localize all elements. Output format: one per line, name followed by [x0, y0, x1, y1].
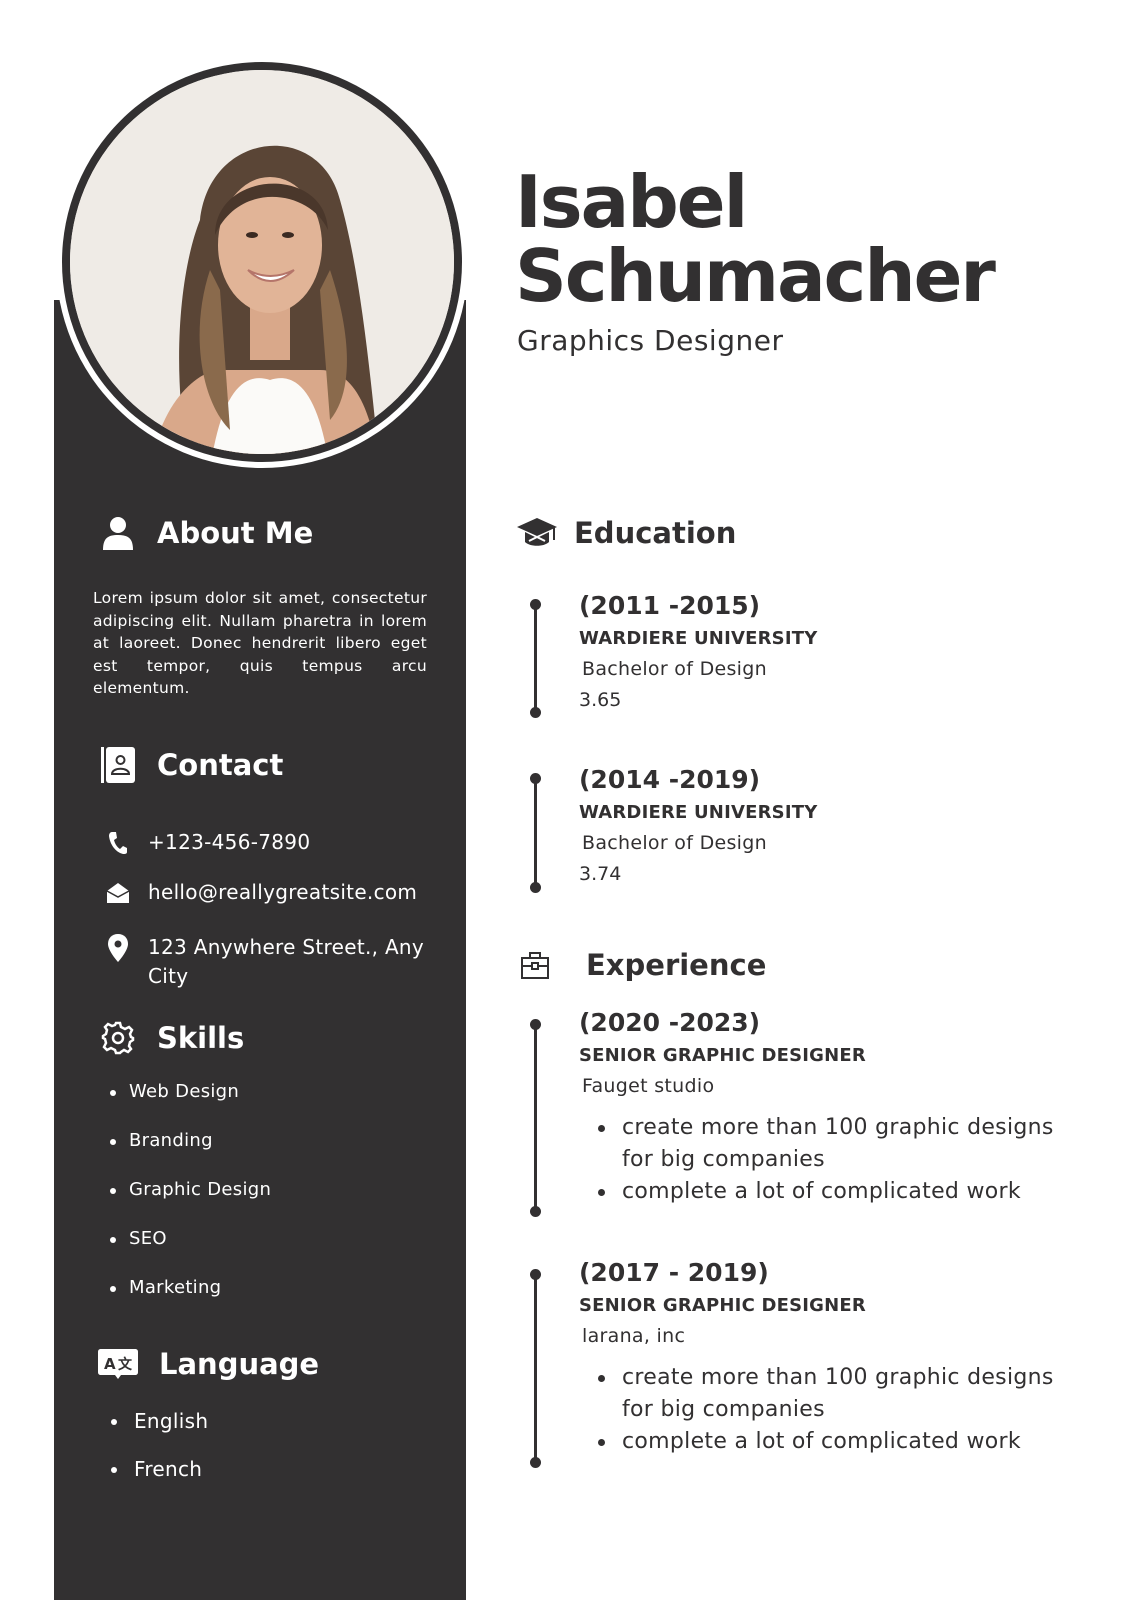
experience-period: (2020 -2023)	[579, 1008, 761, 1037]
education-period: (2014 -2019)	[579, 765, 761, 794]
svg-text:A: A	[104, 1355, 116, 1373]
timeline-line	[530, 773, 541, 893]
education-heading-row: Education	[516, 515, 736, 551]
experience-bullet: complete a lot of complicated work	[579, 1176, 1072, 1208]
first-name: Isabel	[515, 160, 748, 244]
skills-list: Web Design Branding Graphic Design SEO M…	[107, 1080, 271, 1325]
phone-number: +123-456-7890	[148, 830, 311, 854]
candidate-name: Isabel Schumacher	[515, 160, 996, 318]
language-item: English	[108, 1409, 208, 1457]
about-text: Lorem ipsum dolor sit amet, consectetur …	[93, 589, 427, 697]
profile-photo	[70, 70, 454, 454]
language-heading: Language	[159, 1347, 320, 1381]
skill-item: Branding	[107, 1129, 271, 1178]
experience-role: SENIOR GRAPHIC DESIGNER	[579, 1045, 866, 1066]
experience-entry: (2020 -2023) SENIOR GRAPHIC DESIGNER Fau…	[579, 1008, 1072, 1208]
education-gpa: 3.65	[579, 689, 622, 711]
experience-bullets: create more than 100 graphic designs for…	[579, 1112, 1072, 1208]
graduation-cap-icon	[516, 515, 558, 551]
language-list: English French	[108, 1409, 208, 1505]
experience-heading: Experience	[586, 948, 767, 982]
street-address: 123 Anywhere Street., Any City	[148, 935, 425, 988]
experience-company: Fauget studio	[582, 1075, 715, 1097]
experience-period: (2017 - 2019)	[579, 1258, 769, 1287]
experience-bullet: create more than 100 graphic designs for…	[579, 1112, 1072, 1176]
timeline-line	[530, 1269, 541, 1468]
last-name: Schumacher	[515, 234, 996, 318]
timeline-line	[530, 1019, 541, 1217]
skills-heading-row: Skills	[100, 1020, 244, 1056]
education-degree: Bachelor of Design	[582, 658, 767, 680]
job-title: Graphics Designer	[517, 324, 784, 357]
briefcase-icon	[520, 947, 550, 983]
experience-role: SENIOR GRAPHIC DESIGNER	[579, 1295, 866, 1316]
portrait-photo-smiling-woman	[70, 70, 454, 454]
education-degree: Bachelor of Design	[582, 832, 767, 854]
language-item: French	[108, 1457, 208, 1505]
contact-heading: Contact	[157, 748, 284, 782]
skill-item: SEO	[107, 1227, 271, 1276]
education-entry: (2011 -2015) WARDIERE UNIVERSITY Bachelo…	[579, 591, 817, 712]
contact-heading-row: Contact	[100, 747, 283, 783]
experience-bullet: create more than 100 graphic designs for…	[579, 1362, 1072, 1426]
skills-heading: Skills	[157, 1021, 245, 1055]
education-period: (2011 -2015)	[579, 591, 761, 620]
gear-icon	[100, 1020, 136, 1056]
about-heading: About Me	[157, 516, 314, 550]
experience-bullets: create more than 100 graphic designs for…	[579, 1362, 1072, 1458]
skill-item: Graphic Design	[107, 1178, 271, 1227]
experience-bullet: complete a lot of complicated work	[579, 1426, 1072, 1458]
education-entry: (2014 -2019) WARDIERE UNIVERSITY Bachelo…	[579, 765, 817, 886]
language-heading-row: A文 Language	[98, 1346, 319, 1382]
phone-icon	[104, 828, 132, 857]
education-gpa: 3.74	[579, 863, 622, 885]
envelope-open-icon	[104, 878, 132, 907]
user-icon	[100, 515, 136, 551]
map-pin-icon	[104, 933, 132, 962]
translate-icon: A文	[98, 1346, 138, 1382]
experience-heading-row: Experience	[520, 947, 766, 983]
experience-entry: (2017 - 2019) SENIOR GRAPHIC DESIGNER la…	[579, 1258, 1072, 1458]
contact-phone[interactable]: +123-456-7890	[104, 828, 438, 857]
svg-text:文: 文	[118, 1356, 133, 1373]
contact-email[interactable]: hello@reallygreatsite.com	[104, 878, 438, 907]
education-school: WARDIERE UNIVERSITY	[579, 628, 818, 649]
contact-address: 123 Anywhere Street., Any City	[104, 933, 438, 991]
about-heading-row: About Me	[100, 515, 313, 551]
skill-item: Marketing	[107, 1276, 271, 1325]
email-address: hello@reallygreatsite.com	[148, 880, 418, 904]
experience-company: larana, inc	[582, 1325, 686, 1347]
address-book-icon	[100, 747, 136, 783]
skill-item: Web Design	[107, 1080, 271, 1129]
education-heading: Education	[574, 516, 737, 550]
education-school: WARDIERE UNIVERSITY	[579, 802, 818, 823]
timeline-line	[530, 599, 541, 718]
